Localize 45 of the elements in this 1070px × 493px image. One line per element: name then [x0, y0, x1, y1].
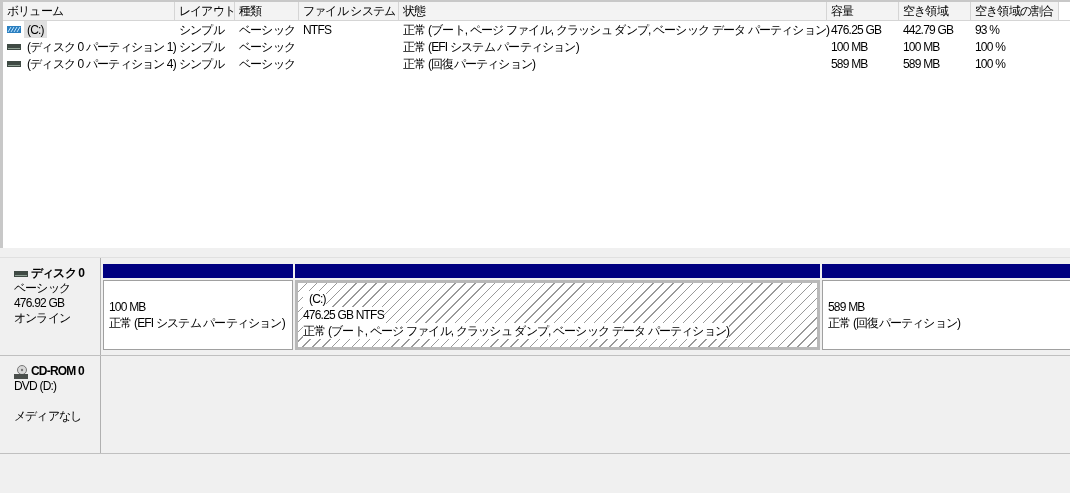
table-cell-text: 442.79 GB	[903, 21, 954, 39]
table-cell-text: 100 %	[975, 55, 1006, 73]
partition-status: 正常 (回復パーティション)	[828, 315, 961, 331]
table-cell-text: 正常 (回復パーティション)	[403, 55, 536, 73]
table-cell-text: シンプル	[179, 21, 224, 39]
disk-name: CD-ROM 0	[31, 364, 84, 379]
column-header[interactable]: レイアウト	[175, 2, 235, 20]
column-header[interactable]: 空き領域の割合	[971, 2, 1059, 20]
table-cell-text: 93 %	[975, 21, 1000, 39]
disk-detail: メディアなし	[14, 409, 82, 424]
table-cell-text: ベーシック	[239, 21, 295, 39]
drive-icon	[14, 270, 28, 277]
striped-drive-icon	[7, 26, 21, 33]
table-cell-text: NTFS	[303, 21, 332, 39]
partition-status: 正常 (ブート, ページ ファイル, クラッシュ ダンプ, ベーシック データ パーティション)	[303, 323, 730, 339]
table-cell-text: 589 MB	[903, 55, 940, 73]
partition-size: 476.25 GB NTFS	[303, 307, 384, 323]
table-cell-text: 589 MB	[831, 55, 868, 73]
disk-detail: DVD (D:)	[14, 379, 57, 394]
table-cell-text: 100 MB	[831, 38, 868, 56]
partition-status: 正常 (EFI システム パーティション)	[109, 315, 285, 331]
table-cell-text: 正常 (ブート, ページ ファイル, クラッシュ ダンプ, ベーシック データ パーティション)	[403, 21, 830, 39]
column-header[interactable]: ボリューム	[3, 2, 175, 20]
table-cell-text: 正常 (EFI システム パーティション)	[403, 38, 579, 56]
column-header[interactable]: 容量	[827, 2, 899, 20]
disk-detail: 476.92 GB	[14, 296, 65, 311]
cd-drive-icon	[14, 364, 28, 379]
table-cell-text: ベーシック	[239, 38, 295, 56]
table-cell-text: 100 MB	[903, 38, 940, 56]
column-header[interactable]: 状態	[399, 2, 827, 20]
table-cell-text: シンプル	[179, 55, 224, 73]
table-cell-text: 476.25 GB	[831, 21, 882, 39]
table-cell-text: シンプル	[179, 38, 224, 56]
drive-icon	[7, 60, 21, 67]
disk-detail: オンライン	[14, 311, 70, 326]
column-header[interactable]: 空き領域	[899, 2, 971, 20]
table-cell-text: ベーシック	[239, 55, 295, 73]
disk-name: ディスク 0	[31, 266, 85, 281]
table-cell-text: 100 %	[975, 38, 1006, 56]
drive-icon	[7, 43, 21, 50]
partition-label: (C:)	[303, 291, 326, 307]
column-header[interactable]: 種類	[235, 2, 299, 20]
disk-detail: ベーシック	[14, 281, 70, 296]
volume-name[interactable]: (ディスク 0 パーティション 1)	[24, 37, 179, 56]
column-header[interactable]: ファイル システム	[299, 2, 399, 20]
